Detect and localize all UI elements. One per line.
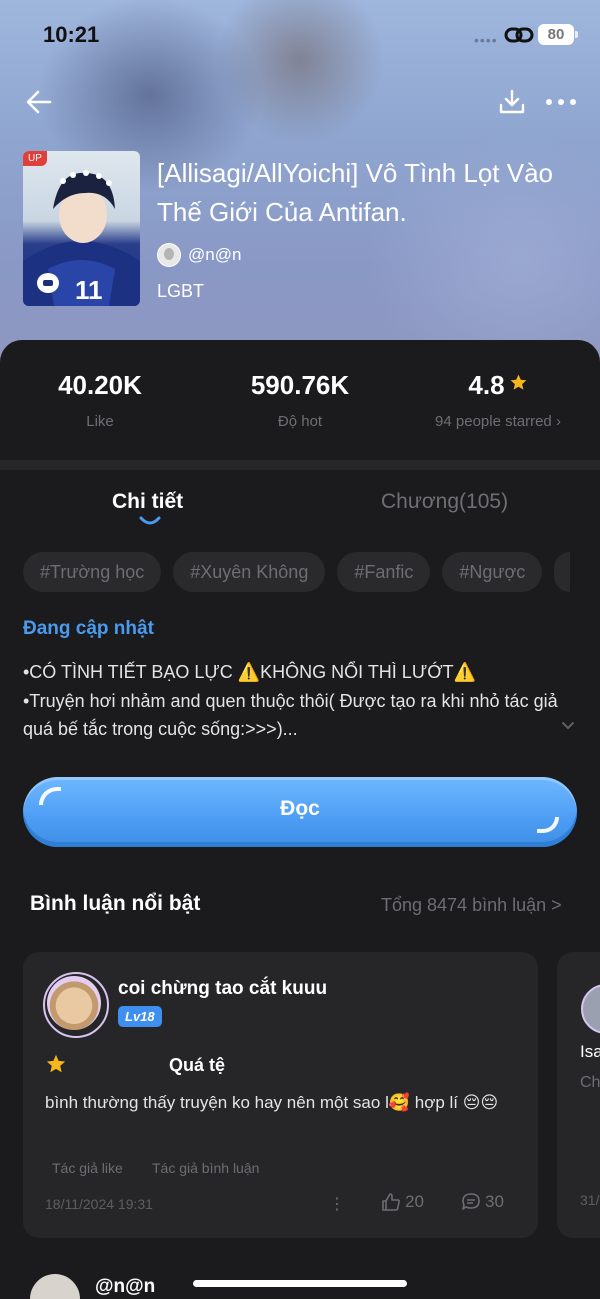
comment-date: 18/11/2024 19:31 [45, 1196, 153, 1212]
author-avatar [157, 243, 181, 267]
comment-card[interactable]: Isa Ch 31/ [557, 952, 600, 1238]
read-button-label: Đọc [280, 797, 320, 820]
more-options-icon[interactable] [545, 92, 577, 112]
comments-total-link[interactable]: Tổng 8474 bình luận > [381, 895, 562, 916]
chevron-down-icon[interactable] [560, 720, 576, 732]
stat-rating[interactable]: 4.8 94 people starred › [398, 370, 598, 430]
comment-username[interactable]: Isa [580, 1042, 600, 1062]
update-status: Đang cập nhật [23, 618, 154, 639]
reply-button[interactable]: 30 [461, 1192, 504, 1212]
svg-text:11: 11 [75, 275, 103, 305]
star-icon [510, 374, 526, 390]
description-line: •CÓ TÌNH TIẾT BẠO LỰC ⚠️KHÔNG NỔI THÌ LƯ… [23, 662, 477, 682]
comment-card[interactable]: coi chừng tao cắt kuuu Lv18 Quá tệ bình … [23, 952, 538, 1238]
section-divider [0, 460, 600, 470]
main-panel: 40.20K Like 590.76K Độ hot 4.8 94 people… [0, 340, 600, 1299]
author-row[interactable]: @n@n [157, 243, 241, 267]
star-icon [46, 1054, 66, 1073]
button-shine [537, 817, 559, 833]
back-arrow-icon[interactable] [24, 88, 54, 116]
tab-chapters[interactable]: Chương(105) [381, 490, 508, 514]
tab-detail[interactable]: Chi tiết [112, 490, 183, 514]
battery-icon: 80 [538, 24, 578, 45]
comment-username[interactable]: @n@n [95, 1276, 155, 1298]
author-like-tag: Tác giả like [52, 1160, 123, 1176]
tab-active-indicator [139, 516, 161, 525]
button-shine [39, 787, 61, 805]
status-bar: 10:21 •••• 80 [0, 0, 600, 70]
status-time: 10:21 [43, 22, 100, 47]
link-icon [504, 27, 534, 43]
avatar[interactable] [43, 972, 109, 1038]
author-comment-tag: Tác giả bình luận [152, 1160, 260, 1176]
stat-rating-value: 4.8 [468, 370, 505, 400]
stat-rating-label: 94 people starred › [435, 413, 561, 430]
avatar[interactable] [30, 1274, 80, 1299]
comment-options-icon[interactable]: ⋮ [329, 1194, 345, 1214]
author-name: @n@n [188, 245, 242, 264]
tag-item[interactable]: #Xuyên Không [173, 552, 326, 592]
tag-list: #Trường học #Xuyên Không #Fanfic #Ngược [23, 552, 571, 592]
description-line: •Truyện hơi nhảm and quen thuộc thôi( Đư… [23, 690, 558, 740]
comment-date: 31/ [580, 1192, 600, 1208]
stat-hot: 590.76K Độ hot [200, 370, 400, 430]
tag-item[interactable]: #Trường học [23, 552, 162, 592]
like-button[interactable]: 20 [381, 1192, 424, 1212]
stat-likes: 40.20K Like [0, 370, 200, 430]
up-badge: UP [23, 151, 47, 166]
book-title: [Allisagi/AllYoichi] Vô Tình Lọt Vào Thế… [157, 158, 554, 227]
stat-likes-label: Like [86, 413, 114, 430]
book-cover[interactable]: 11 UP [23, 151, 140, 306]
reply-count: 30 [485, 1192, 504, 1211]
level-badge: Lv18 [118, 1006, 162, 1027]
stat-rating-value-row: 4.8 [398, 370, 598, 401]
stat-hot-value: 590.76K [250, 370, 350, 400]
genre-label[interactable]: LGBT [157, 281, 204, 302]
stat-likes-value: 40.20K [58, 370, 142, 400]
tag-item[interactable]: #Fanfic [337, 552, 431, 592]
comment-text: Ch [580, 1074, 600, 1091]
thumbs-up-icon [382, 1193, 400, 1211]
stat-hot-label: Độ hot [277, 413, 323, 430]
comment-text: bình thường thấy truyện ko hay nên một s… [45, 1093, 499, 1112]
comments-title: Bình luận nổi bật [30, 892, 201, 915]
download-icon[interactable] [498, 88, 526, 116]
tag-item-partial[interactable] [554, 552, 571, 592]
comment-rating-text: Quá tệ [169, 1055, 226, 1075]
home-indicator[interactable] [193, 1280, 407, 1287]
description[interactable]: •CÓ TÌNH TIẾT BẠO LỰC ⚠️KHÔNG NỔI THÌ LƯ… [23, 658, 568, 744]
comment-username[interactable]: coi chừng tao cắt kuuu [118, 978, 327, 1000]
like-count: 20 [405, 1192, 424, 1211]
signal-icon: •••• [474, 32, 498, 48]
comment-bubble-icon [462, 1193, 480, 1210]
avatar[interactable] [581, 984, 600, 1034]
message-icon [37, 273, 59, 293]
tag-item[interactable]: #Ngược [442, 552, 543, 592]
read-button[interactable]: Đọc [23, 777, 577, 847]
